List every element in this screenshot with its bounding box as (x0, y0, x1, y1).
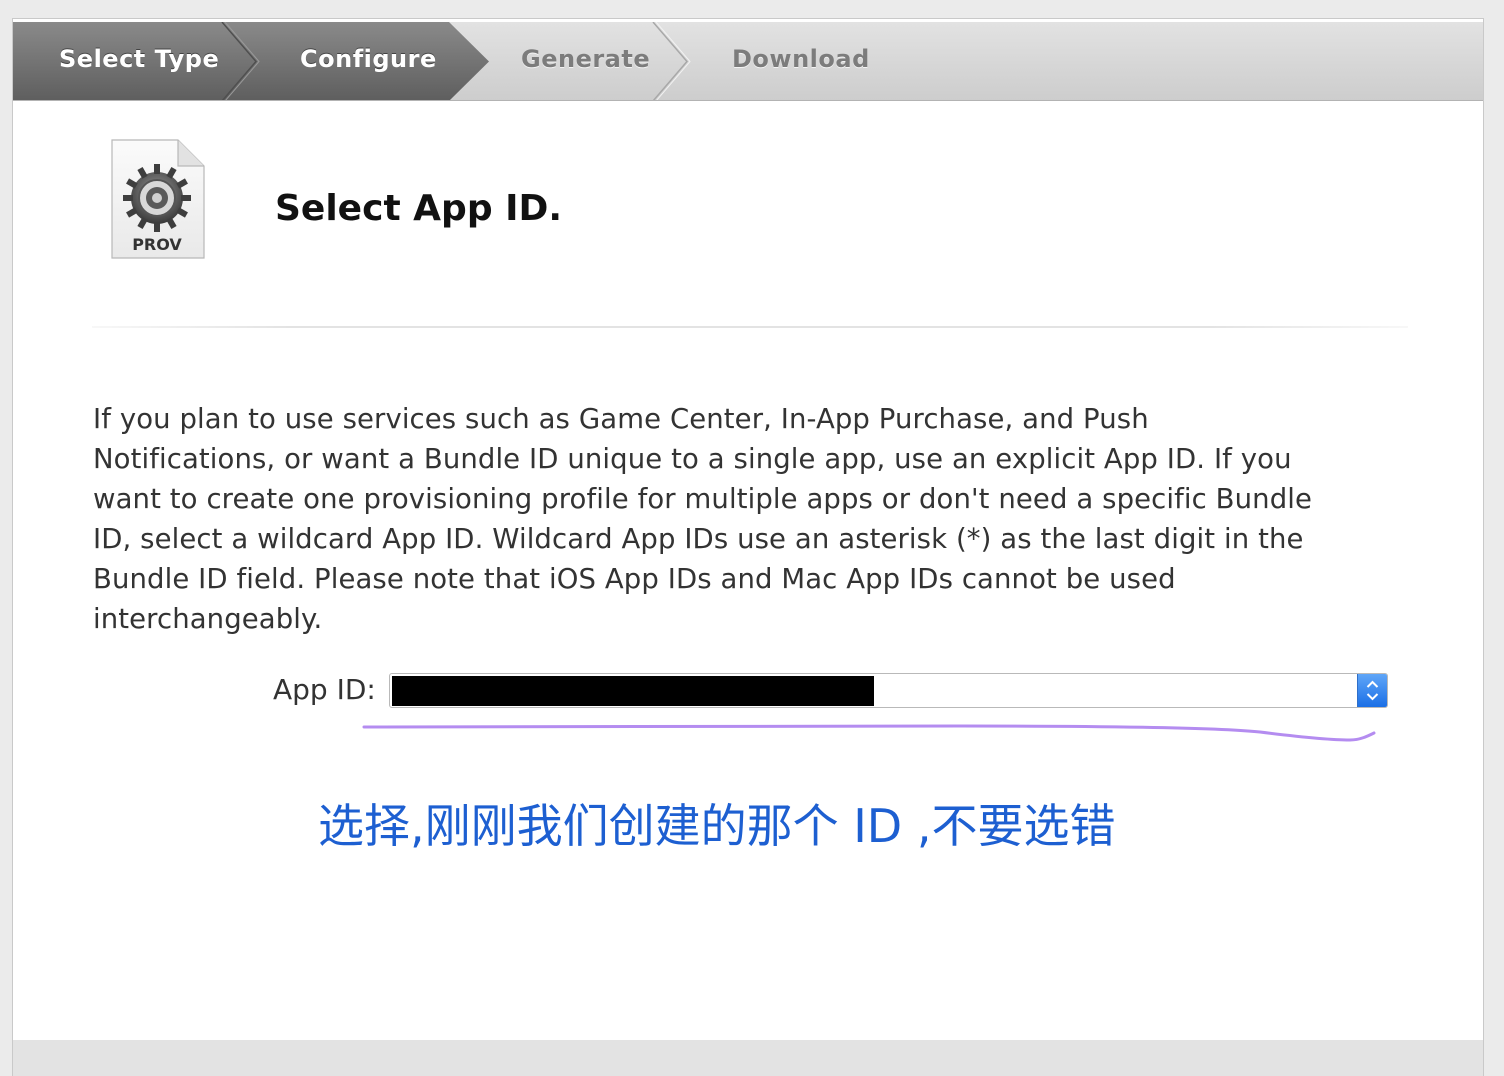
prov-icon-label: PROV (132, 235, 182, 254)
header-divider (92, 326, 1408, 328)
app-id-label: App ID: (273, 673, 376, 706)
footer-bar (12, 1040, 1484, 1076)
step-generate: Generate (521, 45, 651, 73)
provisioning-profile-gear-icon: PROV (108, 138, 206, 262)
page-title: Select App ID. (275, 188, 563, 229)
annotation-underline (362, 724, 1376, 742)
step-download: Download (732, 45, 870, 73)
app-id-select[interactable] (389, 673, 1388, 708)
step-configure[interactable]: Configure (300, 45, 437, 73)
step-select-type[interactable]: Select Type (59, 45, 219, 73)
up-down-chevron-icon[interactable] (1357, 674, 1387, 707)
wizard-steps-bar: Select Type Configure Generate Download (13, 22, 1483, 101)
app-id-selected-value-redacted (392, 676, 874, 706)
description-text: If you plan to use services such as Game… (93, 403, 1313, 635)
annotation-text: 选择,刚刚我们创建的那个 ID ,不要选错 (318, 799, 1116, 853)
